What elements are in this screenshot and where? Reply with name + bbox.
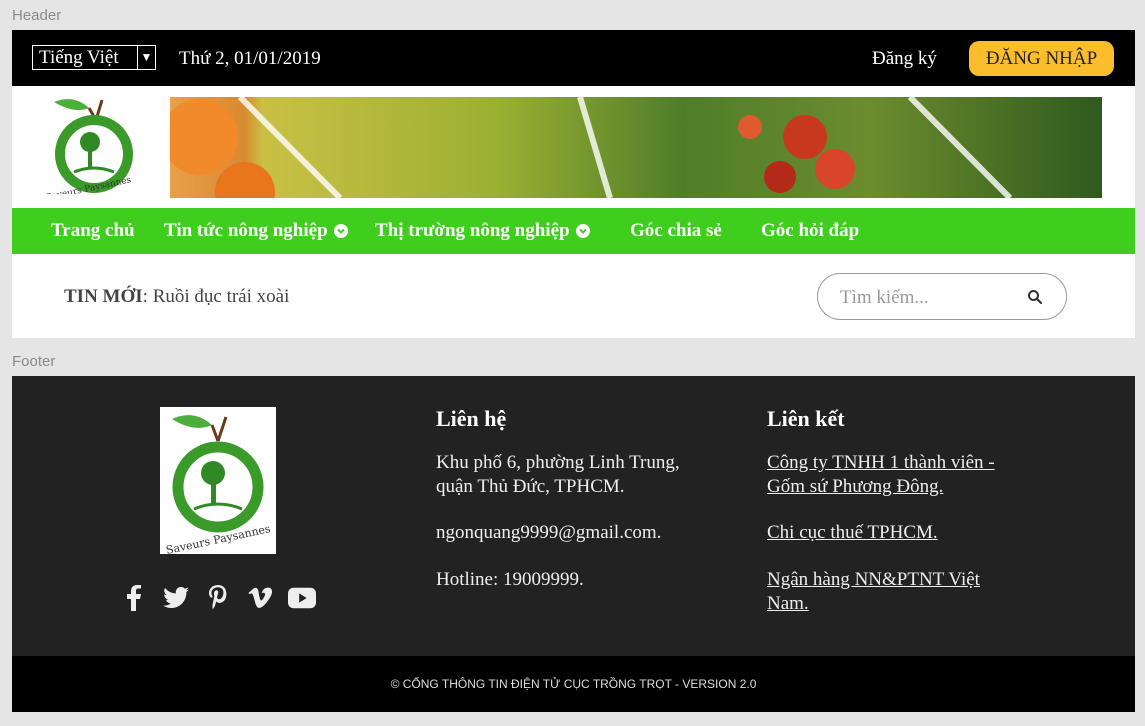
footer-link-line: Công ty TNHH 1 thành viên -	[767, 452, 995, 473]
youtube-icon[interactable]	[288, 584, 316, 612]
latest-news[interactable]: TIN MỚI: Ruồi đục trái xoài	[64, 286, 289, 308]
site-logo[interactable]: Saveurs Paysannes	[44, 94, 144, 194]
chevron-down-icon	[333, 224, 348, 238]
current-date: Thứ 2, 01/01/2019	[179, 48, 321, 69]
footer-caption: Footer	[12, 353, 56, 370]
copyright-text: © CỔNG THÔNG TIN ĐIỆN TỬ CỤC TRỒNG TRỌT …	[390, 677, 757, 691]
top-bar: Tiếng Việt ▼ Thứ 2, 01/01/2019 Đăng ký Đ…	[12, 30, 1135, 86]
footer-link-line: Gốm sứ Phương Đông.	[767, 476, 944, 497]
nav-item-agri-news[interactable]: Tin tức nông nghiệp	[164, 220, 348, 242]
footer-link-line: Nam.	[767, 593, 809, 614]
address-line-2: quận Thủ Đức, TPHCM.	[436, 476, 625, 497]
footer-link-bank[interactable]: Ngân hàng NN&PTNT Việt Nam.	[767, 568, 980, 616]
language-select[interactable]: Tiếng Việt ▼	[32, 45, 156, 70]
address-line-1: Khu phố 6, phường Linh Trung,	[436, 452, 680, 473]
footer-link-line: Chi cục thuế TPHCM.	[767, 522, 938, 543]
contact-hotline: Hotline: 19009999.	[436, 569, 584, 590]
latest-news-label: TIN MỚI	[64, 286, 143, 307]
login-button[interactable]: ĐĂNG NHẬP	[969, 41, 1114, 76]
links-title: Liên kết	[767, 406, 845, 431]
footer: Saveurs Paysannes Liên hệ Khu phố 6, phư…	[12, 376, 1135, 656]
search-input[interactable]	[838, 285, 1022, 311]
banner-image	[170, 97, 1102, 198]
brand-area: Saveurs Paysannes	[12, 86, 1135, 208]
nav-item-sharing[interactable]: Góc chia sẻ	[630, 220, 722, 242]
social-links	[120, 584, 316, 612]
pinterest-icon[interactable]	[204, 584, 232, 612]
nav-item-agri-market[interactable]: Thị trường nông nghiệp	[375, 220, 590, 242]
contact-title: Liên hệ	[436, 406, 507, 431]
latest-news-headline[interactable]: Ruồi đục trái xoài	[153, 286, 290, 307]
footer-link-company[interactable]: Công ty TNHH 1 thành viên - Gốm sứ Phươn…	[767, 451, 995, 499]
news-bar: TIN MỚI: Ruồi đục trái xoài	[12, 254, 1135, 338]
nav-item-label: Thị trường nông nghiệp	[375, 220, 570, 241]
nav-item-label: Tin tức nông nghiệp	[164, 220, 328, 241]
footer-link-tax[interactable]: Chi cục thuế TPHCM.	[767, 521, 938, 545]
nav-item-label: Góc hỏi đáp	[761, 220, 860, 241]
language-label: Tiếng Việt	[39, 46, 119, 68]
copyright-bar: © CỔNG THÔNG TIN ĐIỆN TỬ CỤC TRỒNG TRỌT …	[12, 656, 1135, 712]
header-caption: Header	[12, 7, 62, 24]
footer-logo-image: Saveurs Paysannes	[165, 415, 272, 557]
main-nav: Trang chủ Tin tức nông nghiệp Thị trường…	[12, 208, 1135, 254]
nav-item-label: Góc chia sẻ	[630, 220, 722, 241]
register-link[interactable]: Đăng ký	[872, 48, 937, 70]
search-icon[interactable]	[1027, 289, 1043, 305]
chevron-down-icon	[575, 224, 590, 238]
contact-address: Khu phố 6, phường Linh Trung, quận Thủ Đ…	[436, 451, 680, 499]
nav-item-label: Trang chủ	[51, 220, 135, 241]
footer-logo[interactable]: Saveurs Paysannes	[160, 407, 276, 557]
nav-item-qa[interactable]: Góc hỏi đáp	[761, 220, 859, 242]
contact-email: ngonquang9999@gmail.com.	[436, 522, 662, 543]
nav-item-home[interactable]: Trang chủ	[51, 220, 135, 242]
twitter-icon[interactable]	[162, 584, 190, 612]
vimeo-icon[interactable]	[246, 584, 274, 612]
facebook-icon[interactable]	[120, 584, 148, 612]
footer-link-line: Ngân hàng NN&PTNT Việt	[767, 569, 980, 590]
caret-down-icon[interactable]: ▼	[137, 46, 155, 69]
search-box	[817, 273, 1067, 320]
